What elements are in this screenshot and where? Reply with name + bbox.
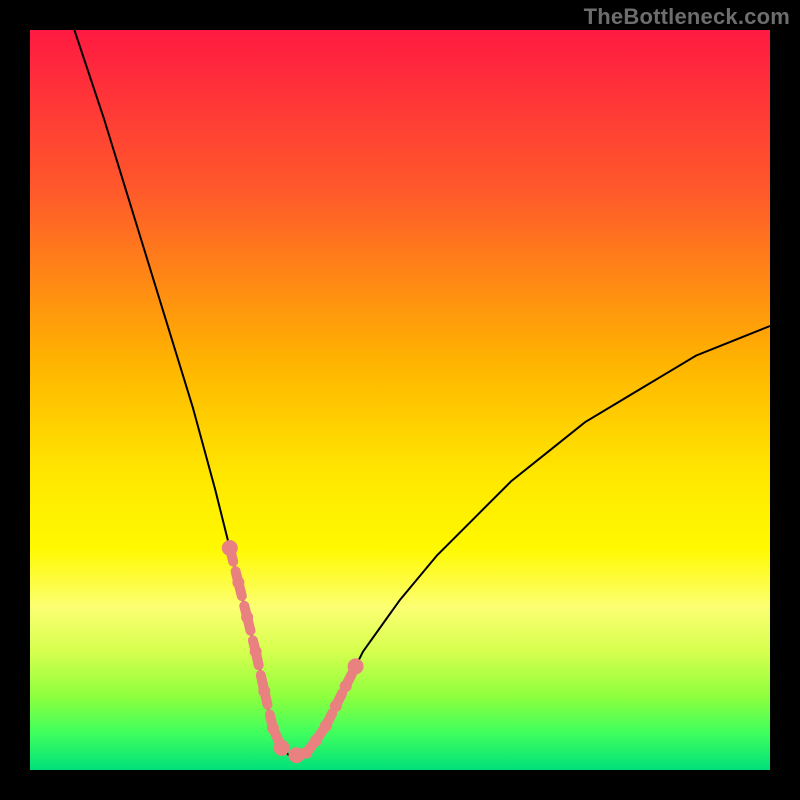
bottleneck-curve [74,30,770,755]
curve-marker-dot [222,540,238,556]
curve-marker-dash [256,652,265,692]
marker-group-left [222,540,290,756]
curve-marker-dot [320,720,332,732]
marker-group-right [288,658,363,763]
curve-marker-dot [300,747,312,759]
plot-area [30,30,770,770]
curve-marker-dot [274,740,290,756]
curve-marker-dot [232,577,244,589]
curve-layer [30,30,770,770]
curve-marker-dot [348,658,364,674]
watermark-text: TheBottleneck.com [584,4,790,30]
curve-marker-dot [241,611,253,623]
curve-marker-dot [310,734,322,746]
curve-marker-dot [258,685,270,697]
curve-marker-dot [267,722,279,734]
chart-stage: TheBottleneck.com [0,0,800,800]
curve-marker-dot [250,646,262,658]
curve-marker-dot [330,700,342,712]
curve-marker-dot [340,680,352,692]
